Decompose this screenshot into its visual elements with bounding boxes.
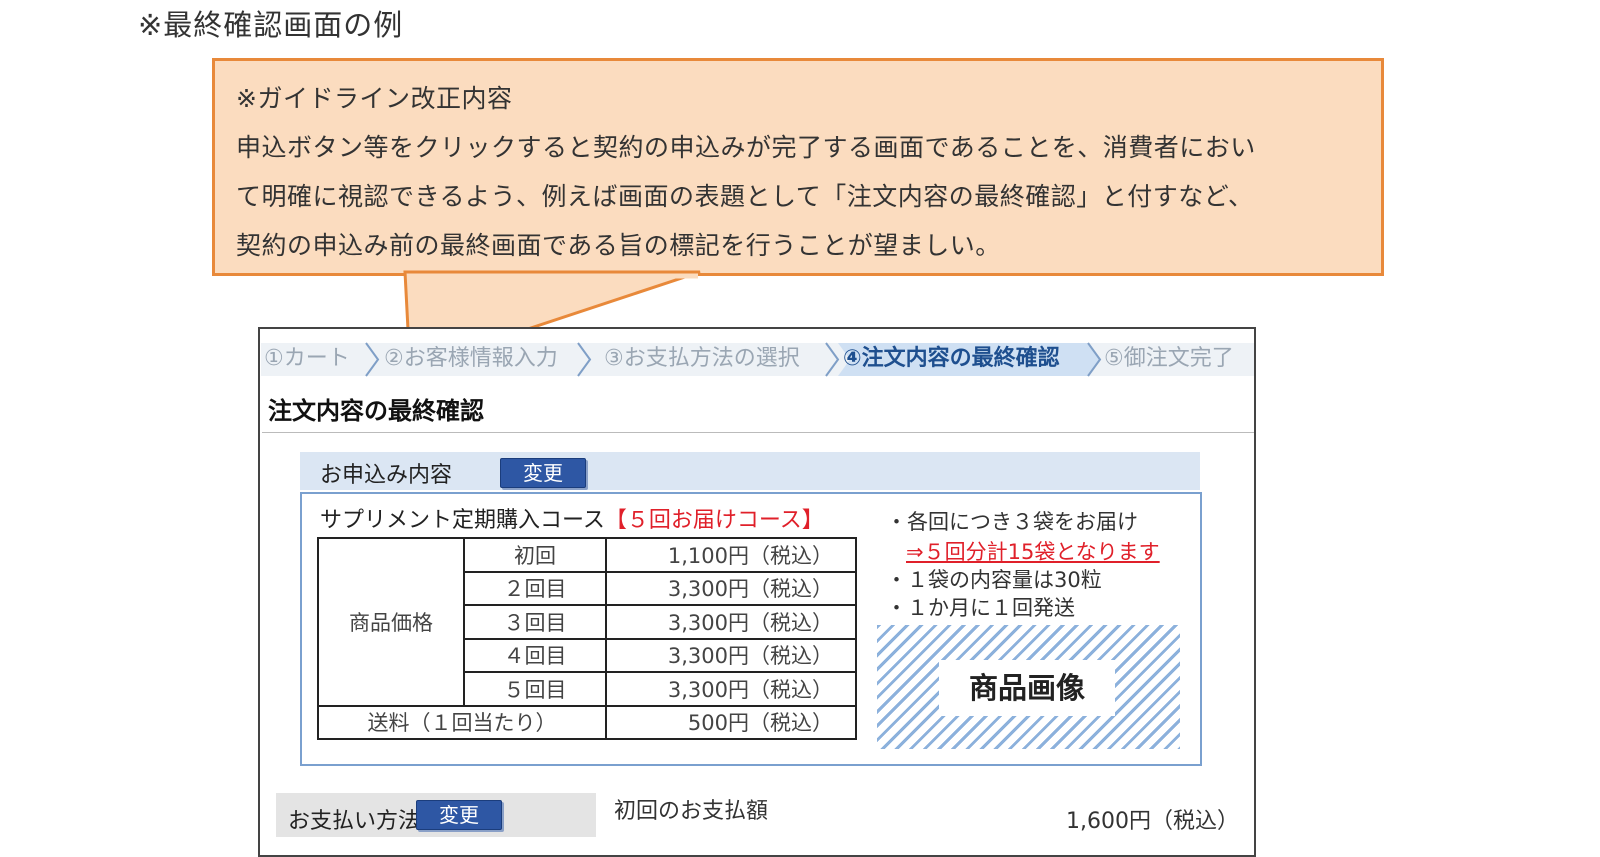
payment-section-label: お支払い方法 [288,809,421,834]
round-cell: ４回目 [463,637,607,673]
round-cell: ２回目 [463,570,607,606]
round-cell: ５回目 [463,671,607,707]
amount-cell: 3,300円（税込） [605,637,857,673]
callout-line: 申込ボタン等をクリックすると契約の申込みが完了する画面であることを、消費者におい [236,133,1256,162]
amount-cell: 3,300円（税込） [605,570,857,606]
course-label: 【５回お届けコース】 [604,508,824,533]
amount-cell: 1,100円（税込） [605,537,857,573]
confirm-page-title: 注文内容の最終確認 [268,397,484,425]
order-section-label: お申込み内容 [320,463,453,488]
price-label: 商品価格 [317,537,465,707]
table-row: 送料（１回当たり） 500円（税込） [317,704,857,740]
round-cell: ３回目 [463,604,607,640]
step-customer-info: ②お客様情報入力 [384,346,558,371]
amount-cell: 3,300円（税込） [605,671,857,707]
shipping-amount: 500円（税込） [605,704,857,740]
step-complete: ⑤御注文完了 [1104,346,1234,371]
product-name: サプリメント定期購入コース【５回お届けコース】 [320,502,824,534]
amount-cell: 3,300円（税込） [605,604,857,640]
shipping-label: 送料（１回当たり） [317,704,607,740]
note-content: ・１袋の内容量は30粒 [886,568,1102,592]
note-bags: ・各回につき３袋をお届け [886,510,1138,534]
price-table: 商品価格 初回 1,100円（税込） ２回目 3,300円（税込） ３回目 3,… [317,537,857,740]
payment-change-button[interactable]: 変更 [416,800,502,830]
table-row: 商品価格 初回 1,100円（税込） [317,537,857,707]
step-cart: ①カート [264,346,350,371]
callout-line: 契約の申込み前の最終画面である旨の標記を行うことが望ましい。 [236,231,1001,260]
note-total-bags: ⇒５回分計15袋となります [906,540,1160,564]
order-change-button[interactable]: 変更 [500,458,586,488]
page-heading: ※最終確認画面の例 [138,8,404,42]
callout-line: て明確に視認できるよう、例えば画面の表題として「注文内容の最終確認」と付すなど、 [236,182,1254,211]
title-divider [262,432,1254,433]
product-image-label: 商品画像 [939,660,1115,716]
step-final-confirm: ④注文内容の最終確認 [843,346,1060,371]
note-shipping-frequency: ・１か月に１回発送 [886,596,1075,620]
step-payment-method: ③お支払方法の選択 [604,346,800,371]
callout-text: ※ガイドライン改正内容 申込ボタン等をクリックすると契約の申込みが完了する画面で… [236,74,1376,270]
round-cell: 初回 [463,537,607,573]
product-name-text: サプリメント定期購入コース [320,508,605,533]
first-payment-label: 初回のお支払額 [614,799,769,824]
first-payment-amount: 1,600円（税込） [1066,809,1239,834]
callout-title: ※ガイドライン改正内容 [236,84,513,113]
